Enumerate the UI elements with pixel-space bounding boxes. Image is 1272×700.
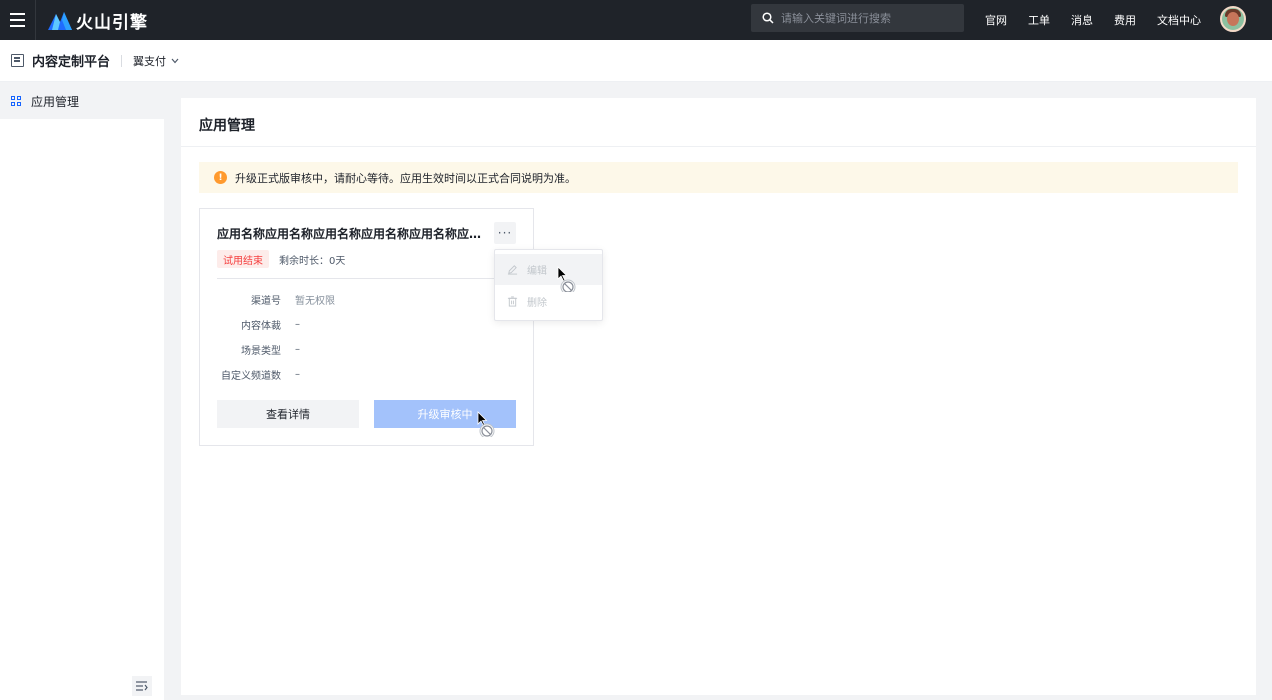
hamburger-icon [10,11,25,29]
top-nav: 火山引擎 官网 工单 消息 费用 文档中心 [0,0,1272,40]
edit-icon [507,265,518,275]
collapse-sidebar-button[interactable] [132,676,152,696]
alert-message: 升级正式版审核中，请耐心等待。应用生效时间以正式合同说明为准。 [235,171,576,185]
field-custom-channels: 自定义频道数 – [217,366,300,382]
app-card-title: 应用名称应用名称应用名称应用名称应用名称应用名称 [217,227,482,241]
view-details-button[interactable]: 查看详情 [217,400,359,428]
main-panel: 应用管理 ! 升级正式版审核中，请耐心等待。应用生效时间以正式合同说明为准。 应… [181,98,1256,695]
field-label: 场景类型 [241,345,281,357]
platform-icon [11,54,24,67]
search-icon [762,12,774,24]
avatar[interactable] [1220,6,1246,32]
field-value: – [295,318,300,330]
collapse-icon [136,680,148,691]
not-allowed-cursor-icon [557,266,576,292]
field-label: 渠道号 [251,295,281,307]
chevron-down-icon [171,58,179,63]
divider [181,146,1256,147]
menu-button[interactable] [0,0,36,40]
menu-item-label: 删除 [527,298,547,309]
nav-links: 官网 工单 消息 费用 文档中心 [985,0,1222,40]
brand-logo[interactable]: 火山引擎 [48,8,148,33]
field-value: 暂无权限 [295,295,335,307]
sub-header: 内容定制平台 翼支付 [0,40,1272,82]
menu-item-edit[interactable]: 编辑 [495,254,602,285]
divider [217,278,517,279]
menu-item-delete[interactable]: 删除 [495,286,602,317]
search-box[interactable] [751,4,964,32]
field-scene-type: 场景类型 – [217,341,300,357]
sidebar-item-label: 应用管理 [31,94,80,109]
search-input[interactable] [781,11,951,25]
more-icon: ··· [497,226,513,240]
page-title: 应用管理 [199,118,255,134]
divider [121,54,123,67]
nav-link-ticket[interactable]: 工单 [1028,12,1050,28]
more-actions-menu: 编辑 删除 [494,249,603,321]
not-allowed-cursor-icon [477,411,495,437]
grid-icon [11,95,22,107]
sidebar-item-app-management[interactable]: 应用管理 [0,83,164,119]
nav-link-official[interactable]: 官网 [985,12,1007,28]
field-channel-id: 渠道号 暂无权限 [217,291,335,307]
platform-title: 内容定制平台 [32,55,111,70]
trash-icon [507,296,518,307]
warning-icon: ! [214,171,227,184]
field-content-genre: 内容体裁 – [217,316,300,332]
field-value: – [295,343,300,355]
alert-banner: ! 升级正式版审核中，请耐心等待。应用生效时间以正式合同说明为准。 [199,162,1238,193]
nav-link-messages[interactable]: 消息 [1071,12,1093,28]
nav-link-docs[interactable]: 文档中心 [1157,12,1201,28]
field-value: – [295,368,300,380]
sidebar: 应用管理 [0,83,164,700]
field-label: 内容体裁 [241,320,281,332]
nav-link-billing[interactable]: 费用 [1114,12,1136,28]
volcano-logo-icon [48,12,72,30]
more-actions-button[interactable]: ··· [494,222,516,244]
remaining-time: 剩余时长：0天 [279,256,346,267]
brand-name: 火山引擎 [76,12,148,33]
tenant-label: 翼支付 [133,54,167,68]
tenant-selector[interactable]: 翼支付 [133,53,179,69]
field-label: 自定义频道数 [221,370,281,382]
menu-item-label: 编辑 [527,266,547,277]
status-badge: 试用结束 [217,250,269,268]
